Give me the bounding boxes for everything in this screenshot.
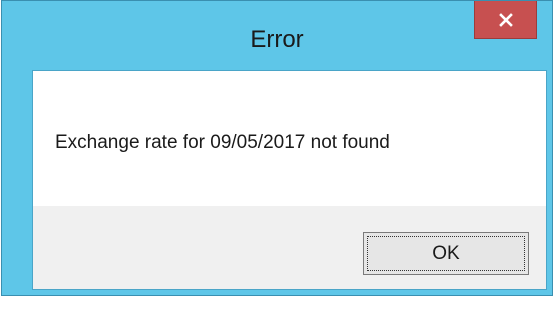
error-message: Exchange rate for 09/05/2017 not found (55, 132, 390, 153)
error-dialog: Error Exchange rate for 09/05/2017 not f… (1, 0, 553, 296)
dialog-body: Exchange rate for 09/05/2017 not found O… (32, 70, 547, 290)
ok-button[interactable]: OK (363, 232, 529, 275)
dialog-title: Error (250, 26, 304, 53)
close-button[interactable] (474, 1, 537, 39)
ok-button-label: OK (432, 242, 460, 264)
title-bar[interactable]: Error (2, 1, 552, 70)
close-icon (498, 12, 514, 28)
message-area: Exchange rate for 09/05/2017 not found (33, 71, 546, 206)
